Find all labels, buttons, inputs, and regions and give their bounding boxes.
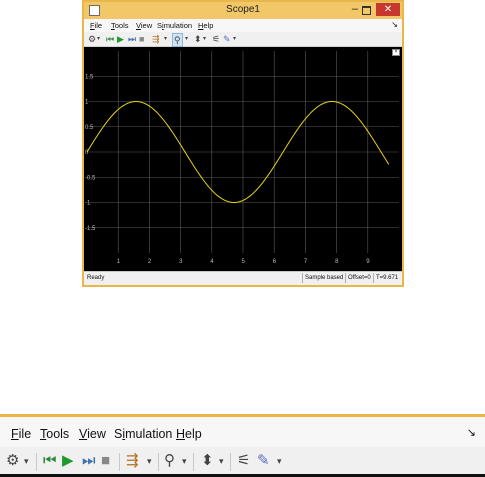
- zoom-menu-help-rest: elp: [185, 427, 202, 441]
- y-tick-label: 0: [85, 150, 89, 156]
- zoom-style-icon[interactable]: ✎: [257, 451, 270, 471]
- zoom-step-forward-icon[interactable]: ⏭: [82, 451, 96, 471]
- style-dropdown-icon[interactable]: ▾: [233, 33, 236, 45]
- step-back-icon[interactable]: ⏮: [106, 33, 114, 45]
- zoomed-menu-bar: File Tools View Simulation Help ↘: [0, 417, 485, 447]
- x-tick-label: 8: [335, 259, 339, 265]
- step-forward-icon[interactable]: ⏭: [128, 33, 136, 45]
- zoom-step-back-icon[interactable]: ⏮: [43, 451, 57, 471]
- x-tick-label: 1: [117, 259, 121, 265]
- minimize-button[interactable]: –: [352, 3, 358, 15]
- zoom-parameters-dropdown-icon[interactable]: ▾: [24, 451, 29, 471]
- zoom-separator: [193, 453, 194, 471]
- x-tick-label: 6: [273, 259, 277, 265]
- zoomed-toolbar: ⚙ ▾ ⏮ ▶ ⏭ ■ ⇶ ▾ ⚲ ▾ ⬍ ▾ ⚟ ✎ ▾: [0, 447, 485, 477]
- zoomed-bars: File Tools View Simulation Help ↘ ⚙ ▾ ⏮ …: [0, 414, 485, 477]
- zoom-in-icon[interactable]: ⚲: [172, 33, 183, 47]
- x-tick-label: 4: [210, 259, 214, 265]
- x-tick-label: 2: [148, 259, 152, 265]
- menu-help[interactable]: Help: [198, 21, 213, 30]
- zoom-autoscale-dropdown-icon[interactable]: ▾: [219, 451, 224, 471]
- status-ready: Ready: [87, 275, 105, 281]
- zoom-menu-file-rest: ile: [18, 427, 32, 441]
- x-tick-label: 5: [242, 259, 246, 265]
- zoom-separator: [36, 453, 37, 471]
- zoom-parameters-icon[interactable]: ⚙: [6, 451, 19, 471]
- zoom-menu-file-label: F: [11, 427, 19, 441]
- plot-canvas: 1.5 1 0.5 0 -0.5 -1 -1.5 1 2 3 4 5 6 7 8 9: [85, 51, 399, 265]
- zoom-highlight-dropdown-icon[interactable]: ▾: [147, 451, 152, 471]
- scope-window: Scope1 – ✕ File Tools View Simulation He…: [82, 0, 404, 287]
- style-icon[interactable]: ✎: [223, 33, 231, 45]
- menu-tools-rest: ools: [114, 21, 129, 30]
- menu-simulation-rest: mulation: [163, 21, 193, 30]
- zoom-style-dropdown-icon[interactable]: ▾: [277, 451, 282, 471]
- status-time: T=9.671: [373, 273, 398, 283]
- zoom-run-icon[interactable]: ▶: [62, 451, 74, 471]
- menu-tools[interactable]: Tools: [111, 21, 129, 30]
- menu-simulation[interactable]: Simulation: [157, 21, 192, 30]
- zoom-menu-view[interactable]: View: [79, 427, 106, 441]
- trigger-icon[interactable]: ⚟: [212, 33, 220, 45]
- zoom-stop-icon[interactable]: ■: [101, 451, 110, 471]
- highlight-icon[interactable]: ⇶: [152, 33, 160, 45]
- scope-plot[interactable]: 1.5 1 0.5 0 -0.5 -1 -1.5 1 2 3 4 5 6 7 8 9 ×: [84, 47, 402, 271]
- y-tick-label: 0.5: [85, 125, 94, 131]
- zoom-menu-simulation[interactable]: Simulation: [114, 427, 172, 441]
- y-tick-label: -0.5: [85, 175, 96, 181]
- zoom-highlight-icon[interactable]: ⇶: [126, 451, 139, 471]
- y-tick-label: -1.5: [85, 226, 96, 232]
- zoom-zoom-in-icon[interactable]: ⚲: [164, 451, 175, 471]
- zoom-autoscale-icon[interactable]: ⬍: [201, 451, 214, 471]
- menu-bar: File Tools View Simulation Help ↘: [84, 19, 402, 32]
- autoscale-dropdown-icon[interactable]: ▾: [203, 33, 206, 45]
- y-tick-label: 1.5: [85, 74, 94, 80]
- zoom-separator: [230, 453, 231, 471]
- zoom-dropdown-icon[interactable]: ▾: [185, 33, 188, 45]
- zoom-zoom-dropdown-icon[interactable]: ▾: [182, 451, 187, 471]
- menu-view-rest: iew: [140, 21, 153, 30]
- status-offset: Offset=0: [345, 273, 371, 283]
- zoom-separator: [119, 453, 120, 471]
- menu-help-rest: elp: [203, 21, 214, 30]
- x-tick-label: 3: [179, 259, 183, 265]
- menu-file[interactable]: File: [90, 21, 102, 30]
- zoom-pin-icon[interactable]: ↘: [467, 426, 476, 439]
- zoom-menu-help-label: H: [176, 427, 186, 441]
- run-icon[interactable]: ▶: [117, 33, 124, 45]
- y-tick-label: 1: [85, 100, 89, 106]
- zoom-separator: [158, 453, 159, 471]
- zoom-menu-simulation-rest: mulation: [125, 427, 173, 441]
- pin-icon[interactable]: ↘: [391, 20, 398, 29]
- zoom-menu-view-rest: iew: [87, 427, 106, 441]
- zoom-trigger-icon[interactable]: ⚟: [237, 451, 250, 471]
- highlight-dropdown-icon[interactable]: ▾: [164, 33, 167, 45]
- status-bar: Ready Sample based Offset=0 T=9.671: [84, 271, 402, 285]
- menu-file-rest: ile: [94, 21, 103, 30]
- parameters-icon[interactable]: ⚙: [88, 33, 96, 45]
- plot-close-icon[interactable]: ×: [392, 49, 400, 56]
- x-tick-label: 9: [366, 259, 370, 265]
- stop-icon[interactable]: ■: [139, 33, 144, 45]
- autoscale-icon[interactable]: ⬍: [194, 33, 202, 45]
- close-button[interactable]: ✕: [376, 3, 400, 16]
- parameters-dropdown-icon[interactable]: ▾: [97, 33, 100, 45]
- zoom-menu-tools-rest: ools: [46, 427, 70, 441]
- status-mode: Sample based: [302, 273, 343, 283]
- x-tick-label: 7: [304, 259, 308, 265]
- zoom-menu-tools[interactable]: Tools: [40, 427, 69, 441]
- zoom-menu-view-label: V: [79, 427, 88, 441]
- zoom-menu-help[interactable]: Help: [176, 427, 202, 441]
- zoom-menu-file[interactable]: File: [11, 427, 31, 441]
- maximize-button[interactable]: [362, 6, 371, 15]
- toolbar: ⚙ ▾ ⏮ ▶ ⏭ ■ ⇶ ▾ ⚲ ▾ ⬍ ▾ ⚟ ✎ ▾: [84, 32, 402, 47]
- y-tick-label: -1: [85, 201, 91, 207]
- menu-view[interactable]: View: [136, 21, 152, 30]
- title-bar[interactable]: Scope1 – ✕: [84, 2, 402, 19]
